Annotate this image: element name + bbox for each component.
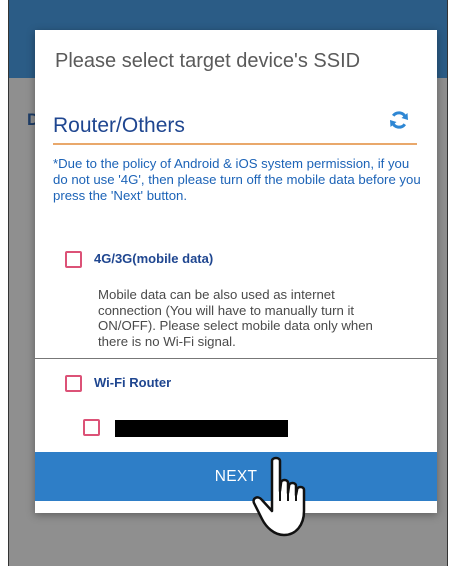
redacted-ssid-name: [115, 420, 288, 437]
ssid-select-dialog: Please select target device's SSID Route…: [35, 30, 437, 513]
mobile-data-description: Mobile data can be also used as internet…: [98, 287, 373, 349]
wifi-router-label[interactable]: Wi-Fi Router: [94, 375, 171, 390]
next-button[interactable]: NEXT: [35, 452, 437, 501]
section-underline: [53, 143, 417, 145]
pointing-hand-icon: [252, 456, 306, 537]
refresh-icon[interactable]: [387, 108, 411, 132]
dialog-title: Please select target device's SSID: [55, 50, 361, 72]
policy-note: *Due to the policy of Android & iOS syst…: [53, 156, 421, 203]
section-divider: [35, 358, 437, 359]
network-entry-checkbox[interactable]: [83, 419, 100, 436]
section-title: Router/Others: [53, 114, 185, 137]
wifi-router-checkbox[interactable]: [65, 375, 82, 392]
mobile-data-checkbox[interactable]: [65, 251, 82, 268]
mobile-data-label[interactable]: 4G/3G(mobile data): [94, 251, 213, 266]
